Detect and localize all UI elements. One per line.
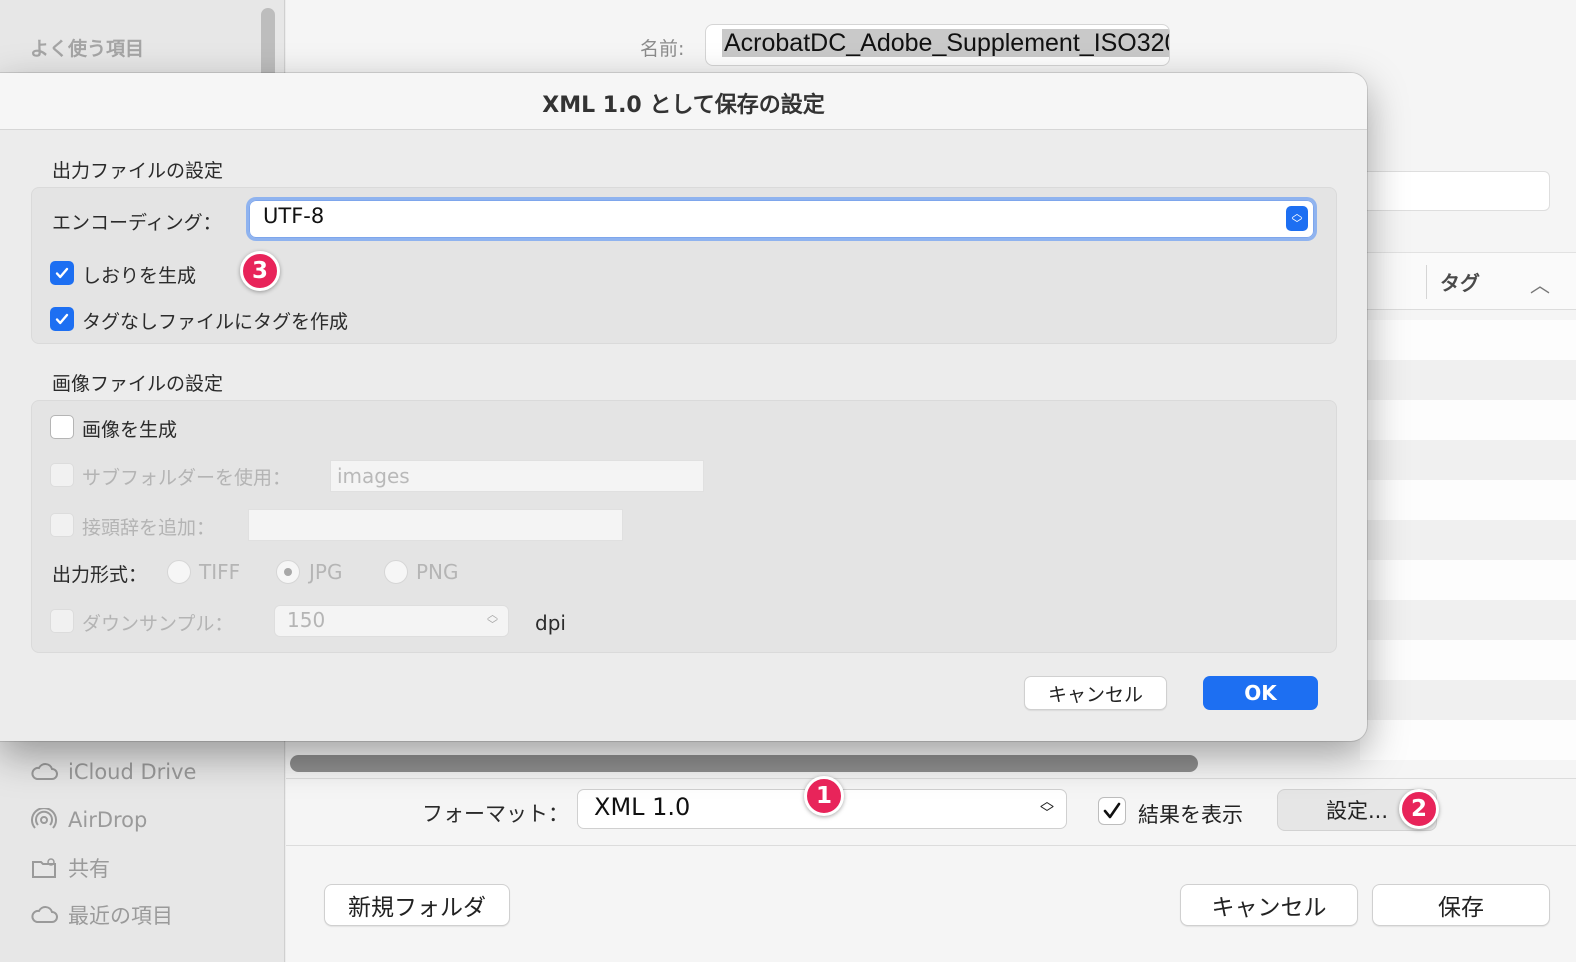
file-list-row (1360, 480, 1576, 520)
show-results-label: 結果を表示 (1138, 803, 1243, 827)
cancel-button[interactable]: キャンセル (1180, 884, 1358, 926)
file-list-row (1360, 400, 1576, 440)
tag-untagged-checkbox[interactable] (50, 307, 74, 331)
radio-png-label: PNG (416, 560, 459, 584)
sidebar-item-label: AirDrop (68, 808, 148, 832)
sidebar-item-icloud-drive[interactable]: iCloud Drive (30, 757, 196, 787)
subfolder-label: サブフォルダーを使用： (82, 467, 292, 489)
shared-folder-icon (32, 858, 56, 878)
sidebar-item-airdrop[interactable]: AirDrop (30, 805, 147, 835)
format-label: フォーマット： (422, 802, 569, 826)
checkmark-icon (55, 267, 69, 279)
divider (286, 778, 1576, 779)
cloud-icon (31, 763, 58, 780)
search-input[interactable] (1360, 171, 1550, 211)
sidebar-item-label: iCloud Drive (68, 760, 197, 784)
sidebar-item-label: 最近の項目 (68, 904, 173, 928)
file-list-row (1360, 320, 1576, 360)
prefix-input[interactable] (248, 509, 623, 541)
xml-settings-dialog: XML 1.0 として保存の設定 出力ファイルの設定 エンコーディング： UTF… (0, 73, 1367, 741)
encoding-value: UTF-8 (263, 204, 325, 228)
show-results-checkbox[interactable] (1098, 797, 1126, 825)
updown-chevron-icon: ︿ ﹀ (1040, 794, 1054, 822)
dialog-cancel-button[interactable]: キャンセル (1024, 676, 1167, 710)
downsample-label: ダウンサンプル： (82, 613, 234, 635)
file-list-header: タグ ︿ (1360, 252, 1576, 310)
checkmark-icon (1103, 802, 1121, 819)
updown-chevron-icon: ︿ ﹀ (1286, 206, 1308, 231)
encoding-label: エンコーディング： (52, 212, 222, 234)
dpi-unit-label: dpi (535, 611, 566, 635)
encoding-select[interactable]: UTF-8 ︿ ﹀ (249, 200, 1314, 238)
save-button[interactable]: 保存 (1372, 884, 1550, 926)
generate-images-label: 画像を生成 (82, 419, 178, 441)
sidebar-item-label: 共有 (68, 857, 110, 881)
updown-chevron-icon: ︿ ﹀ (487, 608, 498, 631)
file-list-row (1360, 360, 1576, 400)
tag-untagged-label: タグなしファイルにタグを作成 (82, 311, 349, 333)
cloud-icon (31, 906, 58, 923)
bookmarks-checkbox[interactable] (50, 261, 74, 285)
output-section-title: 出力ファイルの設定 (52, 160, 224, 182)
bookmarks-label: しおりを生成 (82, 265, 197, 287)
chevron-up-icon[interactable]: ︿ (1530, 269, 1550, 298)
image-section-title: 画像ファイルの設定 (52, 373, 224, 395)
output-format-label: 出力形式： (52, 564, 148, 586)
step-badge-3: 3 (240, 251, 280, 291)
prefix-label: 接頭辞を追加： (82, 517, 216, 539)
radio-tiff-label: TIFF (199, 560, 241, 584)
radio-tiff[interactable] (167, 560, 191, 584)
file-list-row (1360, 600, 1576, 640)
radio-png[interactable] (384, 560, 408, 584)
generate-images-checkbox[interactable] (50, 415, 74, 439)
name-label: 名前: (640, 38, 685, 60)
dialog-title: XML 1.0 として保存の設定 (542, 93, 825, 118)
column-header-tag[interactable]: タグ (1440, 267, 1480, 296)
subfolder-checkbox[interactable] (50, 463, 74, 487)
downsample-select[interactable]: 150 ︿ ﹀ (274, 605, 509, 637)
prefix-checkbox[interactable] (50, 513, 74, 537)
checkmark-icon (55, 313, 69, 325)
sidebar-heading-favorites: よく使う項目 (30, 38, 145, 60)
subfolder-input[interactable]: images (330, 460, 704, 492)
sidebar-item-shared[interactable]: 共有 (30, 853, 110, 883)
format-value: XML 1.0 (594, 793, 691, 821)
airdrop-icon (31, 808, 57, 829)
file-list-row (1360, 720, 1576, 760)
column-divider (1426, 265, 1427, 299)
downsample-value: 150 (287, 608, 326, 632)
dialog-ok-button[interactable]: OK (1203, 676, 1318, 710)
file-list-row (1360, 520, 1576, 560)
downsample-checkbox[interactable] (50, 609, 74, 633)
step-badge-1: 1 (804, 776, 844, 816)
horizontal-scrollbar[interactable] (290, 755, 1198, 772)
filename-value: AcrobatDC_Adobe_Supplement_ISO32000 (722, 29, 1169, 57)
radio-jpg-label: JPG (309, 560, 343, 584)
new-folder-button[interactable]: 新規フォルダ (324, 884, 510, 926)
file-list-row (1360, 560, 1576, 600)
step-badge-2: 2 (1399, 789, 1439, 829)
file-list-row (1360, 680, 1576, 720)
radio-jpg[interactable] (276, 560, 300, 584)
sidebar-item-recents[interactable]: 最近の項目 (30, 900, 173, 930)
file-list-row (1360, 640, 1576, 680)
divider (286, 845, 1576, 846)
file-list-row (1360, 440, 1576, 480)
filename-input[interactable]: AcrobatDC_Adobe_Supplement_ISO32000 (705, 24, 1170, 66)
